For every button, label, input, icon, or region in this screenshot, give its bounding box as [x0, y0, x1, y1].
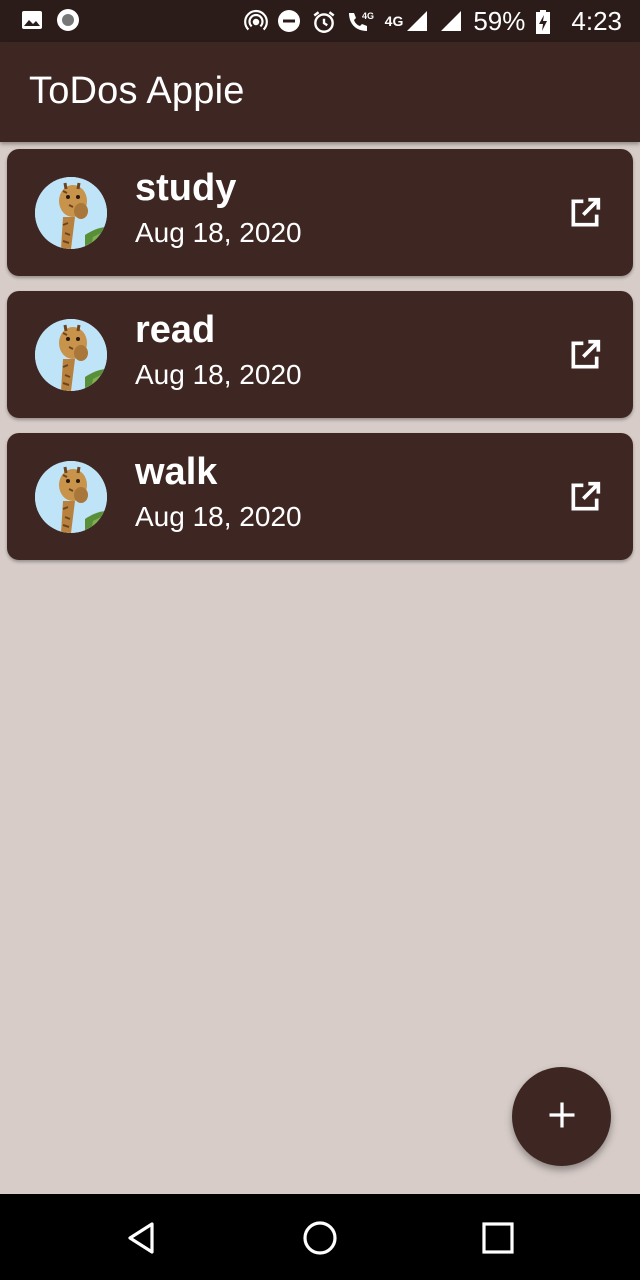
- todo-title: study: [135, 167, 237, 209]
- todo-list: study Aug 18, 2020 read Aug 18, 2020 wal…: [7, 149, 633, 575]
- app-title: ToDos Appie: [29, 70, 245, 112]
- giraffe-avatar: [35, 319, 107, 391]
- do-not-disturb-icon: [277, 9, 301, 33]
- todo-item[interactable]: read Aug 18, 2020: [7, 291, 633, 418]
- back-icon[interactable]: [122, 1218, 162, 1258]
- todo-title: read: [135, 309, 216, 351]
- open-in-new-icon[interactable]: [565, 335, 605, 375]
- todo-date: Aug 18, 2020: [135, 501, 302, 532]
- todo-item[interactable]: walk Aug 18, 2020: [7, 433, 633, 560]
- battery-charging-icon: [535, 9, 551, 34]
- image-icon: [20, 8, 44, 32]
- navigation-bar: [0, 1194, 640, 1280]
- open-in-new-icon[interactable]: [565, 477, 605, 517]
- wifi-calling-icon: 4G: [345, 9, 375, 33]
- signal-icon: [439, 9, 463, 33]
- plus-icon: [547, 1100, 577, 1134]
- home-icon[interactable]: [300, 1218, 340, 1258]
- recents-icon[interactable]: [478, 1218, 518, 1258]
- giraffe-avatar: [35, 461, 107, 533]
- alarm-icon: [311, 9, 335, 33]
- signal-icon: [405, 9, 429, 33]
- todo-date: Aug 18, 2020: [135, 217, 302, 248]
- todo-date: Aug 18, 2020: [135, 359, 302, 390]
- record-icon: [56, 8, 80, 32]
- app-bar: ToDos Appie: [0, 42, 640, 142]
- hotspot-icon: [243, 9, 268, 33]
- add-todo-button[interactable]: [512, 1067, 611, 1166]
- battery-percent: 59%: [473, 6, 526, 36]
- open-in-new-icon[interactable]: [565, 193, 605, 233]
- todo-item[interactable]: study Aug 18, 2020: [7, 149, 633, 276]
- todo-title: walk: [135, 451, 218, 493]
- screen: 4G 4G 59% 4:23 ToDos Appie study Aug 18,…: [0, 0, 640, 1280]
- network-type-label: 4G: [384, 13, 404, 29]
- clock: 4:23: [571, 6, 622, 36]
- svg-text:4G: 4G: [362, 11, 374, 21]
- giraffe-avatar: [35, 177, 107, 249]
- status-bar: 4G 4G 59% 4:23: [0, 0, 640, 42]
